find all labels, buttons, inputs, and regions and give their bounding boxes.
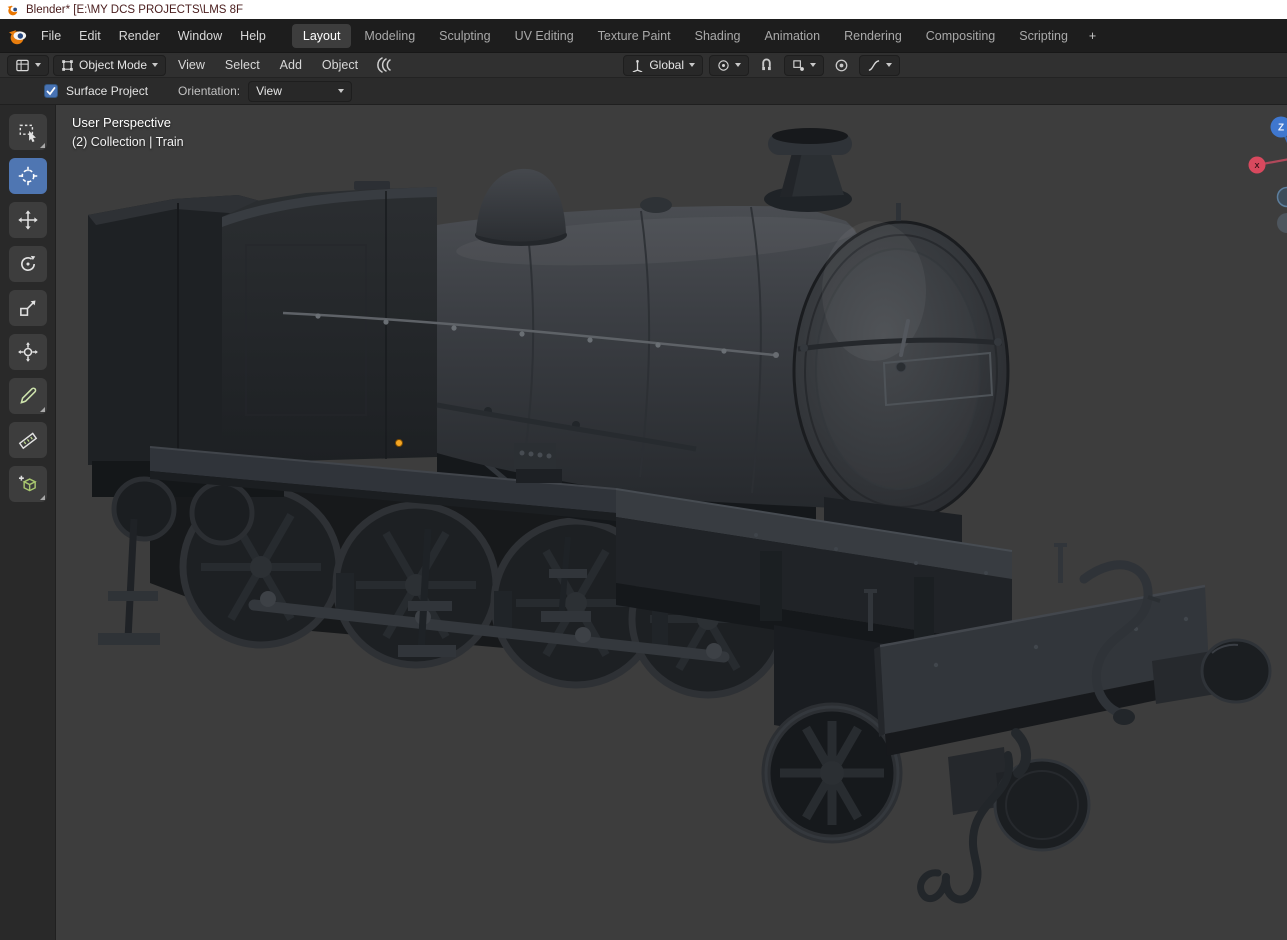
tool-cursor[interactable] (8, 158, 47, 194)
tool-settings-bar: Surface Project Orientation: View (0, 78, 1287, 105)
tool-rotate[interactable] (8, 246, 47, 282)
chevron-down-icon (35, 63, 41, 67)
workspace-tab-layout[interactable]: Layout (291, 23, 352, 48)
object-origin-dot[interactable] (395, 439, 403, 447)
cab[interactable] (222, 181, 437, 463)
menu-window[interactable]: Window (169, 25, 231, 47)
menu-view[interactable]: View (170, 54, 213, 76)
blender-window: Blender* [E:\MY DCS PROJECTS\LMS 8F File… (0, 0, 1287, 940)
mode-dropdown-label: Object Mode (79, 58, 148, 72)
collapsed-menus-icon[interactable] (374, 56, 394, 74)
workspace-tab-rendering[interactable]: Rendering (833, 24, 913, 48)
orientation-axes-icon (632, 59, 643, 72)
navigation-gizmo[interactable]: Z X (1237, 115, 1287, 235)
tool-move[interactable] (8, 202, 47, 238)
workspace-tab-shading[interactable]: Shading (684, 24, 752, 48)
titlebar: Blender* [E:\MY DCS PROJECTS\LMS 8F (0, 0, 1287, 19)
blender-logo-icon[interactable] (8, 27, 28, 45)
chevron-down-icon (886, 63, 892, 67)
tool-measure[interactable] (8, 422, 47, 458)
orientation-dropdown-label: Global (649, 58, 684, 72)
annotate-pen-icon (19, 387, 36, 404)
orientation-dropdown-global[interactable]: Global (623, 54, 703, 76)
proportional-falloff-dropdown[interactable] (859, 54, 900, 76)
menu-render[interactable]: Render (110, 25, 169, 47)
workspace-tab-scripting[interactable]: Scripting (1008, 24, 1079, 48)
cursor-tool-icon (18, 166, 37, 186)
pivot-point-dropdown[interactable] (709, 54, 749, 76)
cursor-orientation-value: View (256, 84, 282, 98)
checkmark-icon (46, 87, 56, 96)
rotate-icon (20, 255, 35, 271)
proportional-editing-icon (835, 59, 848, 71)
menu-select[interactable]: Select (217, 54, 268, 76)
tool-add-cube[interactable] (8, 466, 47, 502)
pony-truck-wheel (761, 702, 903, 844)
locomotive-scene[interactable] (56, 105, 1287, 940)
snap-toggle-button[interactable] (755, 55, 778, 76)
menu-file[interactable]: File (32, 25, 70, 47)
workspace-tab-compositing[interactable]: Compositing (915, 24, 1006, 48)
select-box-icon (19, 124, 36, 143)
menu-add[interactable]: Add (272, 54, 310, 76)
move-icon (17, 210, 38, 230)
gizmo-x-label: X (1254, 161, 1259, 170)
toolbar (0, 105, 56, 940)
magnet-icon (762, 58, 771, 70)
object-mode-icon (62, 59, 73, 71)
topbar: File Edit Render Window Help Layout Mode… (0, 19, 1287, 52)
measure-ruler-icon (18, 432, 37, 450)
mode-dropdown[interactable]: Object Mode (53, 54, 167, 76)
menu-help[interactable]: Help (231, 25, 275, 47)
tool-select-box[interactable] (8, 114, 47, 150)
footplate-fittings (514, 443, 562, 483)
snap-target-dropdown[interactable] (784, 54, 824, 76)
scale-icon (19, 300, 35, 316)
editor-type-icon (16, 59, 29, 71)
tool-transform[interactable] (8, 334, 47, 370)
flyout-corner-icon (39, 495, 45, 500)
flyout-corner-icon (39, 407, 45, 412)
falloff-curve-icon (868, 59, 880, 71)
workspace-tab-modeling[interactable]: Modeling (353, 24, 426, 48)
chevron-down-icon (810, 63, 816, 67)
gizmo-z-label: Z (1278, 123, 1284, 134)
chevron-down-icon (338, 89, 345, 93)
viewport-3d[interactable]: User Perspective (2) Collection | Train … (56, 105, 1287, 940)
surface-project-checkbox[interactable] (44, 84, 58, 98)
workspace-tab-sculpting[interactable]: Sculpting (428, 24, 501, 48)
add-cube-icon (18, 475, 37, 492)
orientation-label: Orientation: (178, 84, 241, 98)
tool-scale[interactable] (8, 290, 47, 326)
zoom-button[interactable] (1277, 213, 1287, 233)
snap-increment-icon (793, 59, 804, 71)
workspace-tab-animation[interactable]: Animation (754, 24, 832, 48)
surface-project-label: Surface Project (66, 84, 149, 98)
workspace-tab-texture-paint[interactable]: Texture Paint (587, 24, 682, 48)
chevron-down-icon (152, 63, 159, 67)
editor-type-button[interactable] (7, 54, 49, 76)
pivot-point-icon (718, 59, 729, 71)
tool-annotate[interactable] (8, 378, 47, 414)
cursor-orientation-dropdown[interactable]: View (248, 80, 353, 102)
proportional-editing-toggle[interactable] (830, 55, 853, 76)
window-title: Blender* [E:\MY DCS PROJECTS\LMS 8F (26, 3, 244, 16)
viewport-header: Object Mode View Select Add Object Globa… (0, 52, 1287, 78)
menu-edit[interactable]: Edit (70, 25, 110, 47)
workspace-tabs: Layout Modeling Sculpting UV Editing Tex… (291, 23, 1105, 48)
gizmo-y-axis-ball[interactable] (1276, 186, 1287, 208)
transform-icon (17, 342, 38, 362)
blender-app-icon (7, 5, 20, 16)
menu-object[interactable]: Object (314, 54, 366, 76)
workspace-tab-uv-editing[interactable]: UV Editing (504, 24, 585, 48)
main-area: User Perspective (2) Collection | Train … (0, 105, 1287, 940)
transform-snap-controls: Global (623, 54, 900, 76)
chevron-down-icon (735, 63, 741, 67)
add-workspace-button[interactable]: + (1081, 24, 1104, 48)
flyout-corner-icon (39, 143, 45, 148)
chevron-down-icon (689, 63, 695, 67)
